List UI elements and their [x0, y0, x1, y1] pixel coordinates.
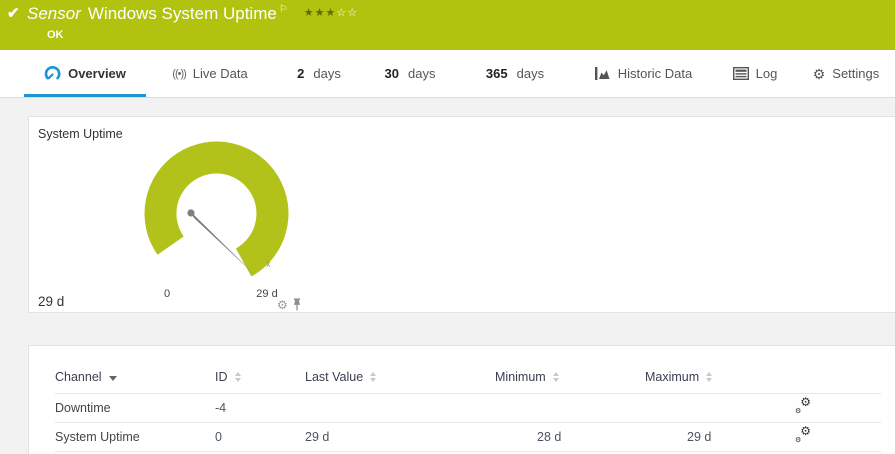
channels-panel: Channel ID Last Value Minimum Maximum: [28, 345, 895, 454]
sort-icon: [370, 372, 376, 382]
column-header-last-value[interactable]: Last Value: [305, 362, 495, 393]
gauge-settings-gear-icon[interactable]: ⚙: [277, 299, 288, 311]
tab-live-data[interactable]: ((•)) Live Data: [146, 50, 274, 97]
status-badge: OK: [47, 29, 64, 41]
flag-icon[interactable]: ⚐: [279, 4, 288, 15]
channel-minimum: 28 d: [495, 422, 645, 451]
live-data-icon: ((•)): [172, 68, 186, 80]
star-icon[interactable]: ★: [326, 7, 337, 19]
channel-minimum: [495, 393, 645, 422]
table-row-system-uptime: System Uptime 0 29 d 28 d 29 d ⚙ ⚙: [55, 422, 881, 451]
sort-icon: [235, 372, 241, 382]
tab-log-label: Log: [756, 66, 778, 81]
column-header-channel[interactable]: Channel: [55, 362, 215, 393]
channel-maximum: [645, 393, 795, 422]
channel-id: -4: [215, 393, 305, 422]
channel-last-value: 29 d: [305, 422, 495, 451]
channel-id: 0: [215, 422, 305, 451]
tab-2-days[interactable]: 2 days: [274, 50, 364, 97]
page-background: System Uptime x̄ 0 29 d 29 d ⚙: [0, 98, 895, 454]
tab-30-days-label: days: [408, 66, 435, 81]
tab-overview-label: Overview: [68, 66, 126, 81]
tab-settings-label: Settings: [832, 66, 879, 81]
star-icon[interactable]: ☆: [347, 7, 358, 19]
gauge-panel-title: System Uptime: [38, 127, 123, 141]
tab-overview[interactable]: Overview: [24, 50, 146, 97]
sensor-name: Windows System Uptime: [88, 4, 277, 24]
sort-desc-icon: [109, 376, 117, 381]
uptime-gauge: [134, 131, 304, 301]
tab-365-days-number: 365: [486, 66, 508, 81]
gauge-panel: System Uptime x̄ 0 29 d 29 d ⚙: [28, 116, 895, 313]
priority-stars[interactable]: ★★★☆☆: [304, 6, 358, 19]
tab-365-days[interactable]: 365 days: [456, 50, 574, 97]
area-chart-icon: [594, 66, 611, 81]
channel-name[interactable]: Downtime: [55, 393, 215, 422]
channel-settings-gears-icon[interactable]: ⚙ ⚙: [795, 399, 811, 413]
tab-historic-data-label: Historic Data: [618, 66, 692, 81]
channel-name[interactable]: System Uptime: [55, 422, 215, 451]
table-row-downtime: Downtime -4 ⚙ ⚙: [55, 393, 881, 422]
channels-table: Channel ID Last Value Minimum Maximum: [55, 362, 881, 452]
object-kind-label: Sensor: [27, 4, 81, 24]
channel-last-value: [305, 393, 495, 422]
tab-log[interactable]: Log: [712, 50, 798, 97]
tab-live-data-label: Live Data: [193, 66, 248, 81]
table-header-row: Channel ID Last Value Minimum Maximum: [55, 362, 881, 393]
star-icon[interactable]: ☆: [336, 7, 347, 19]
gauge-icon: [44, 66, 61, 82]
tab-settings[interactable]: ⚙ Settings: [798, 50, 894, 97]
gear-icon: ⚙: [813, 67, 826, 81]
tab-30-days[interactable]: 30 days: [364, 50, 456, 97]
gauge-arc: [144, 142, 288, 277]
tab-2-days-label: days: [313, 66, 340, 81]
tab-historic-data[interactable]: Historic Data: [574, 50, 712, 97]
sensor-header-bar: ✔ Sensor Windows System Uptime ⚐ ★★★☆☆ O…: [0, 0, 895, 50]
tab-30-days-number: 30: [385, 66, 399, 81]
star-icon[interactable]: ★: [315, 7, 326, 19]
column-header-maximum[interactable]: Maximum: [645, 362, 795, 393]
sort-icon: [706, 372, 712, 382]
sensor-title: Sensor Windows System Uptime ⚐ ★★★☆☆: [27, 4, 358, 24]
gauge-min-label: 0: [157, 288, 177, 300]
sort-icon: [553, 372, 559, 382]
channel-maximum: 29 d: [645, 422, 795, 451]
log-list-icon: [733, 67, 749, 80]
status-ok-check-icon: ✔: [7, 4, 20, 22]
channel-settings-gears-icon[interactable]: ⚙ ⚙: [795, 428, 811, 442]
column-header-minimum[interactable]: Minimum: [495, 362, 645, 393]
gauge-toolbar: ⚙: [277, 298, 302, 311]
tab-365-days-label: days: [517, 66, 544, 81]
tab-2-days-number: 2: [297, 66, 304, 81]
column-header-id[interactable]: ID: [215, 362, 305, 393]
gauge-current-value: 29 d: [38, 294, 64, 309]
gauge-average-marker: x̄: [266, 259, 271, 269]
gauge-needle: [188, 209, 255, 275]
pin-icon[interactable]: [292, 298, 302, 311]
column-header-actions: [795, 362, 881, 393]
star-icon[interactable]: ★: [304, 7, 315, 19]
tab-bar: Overview ((•)) Live Data 2 days 30 days …: [0, 50, 895, 98]
